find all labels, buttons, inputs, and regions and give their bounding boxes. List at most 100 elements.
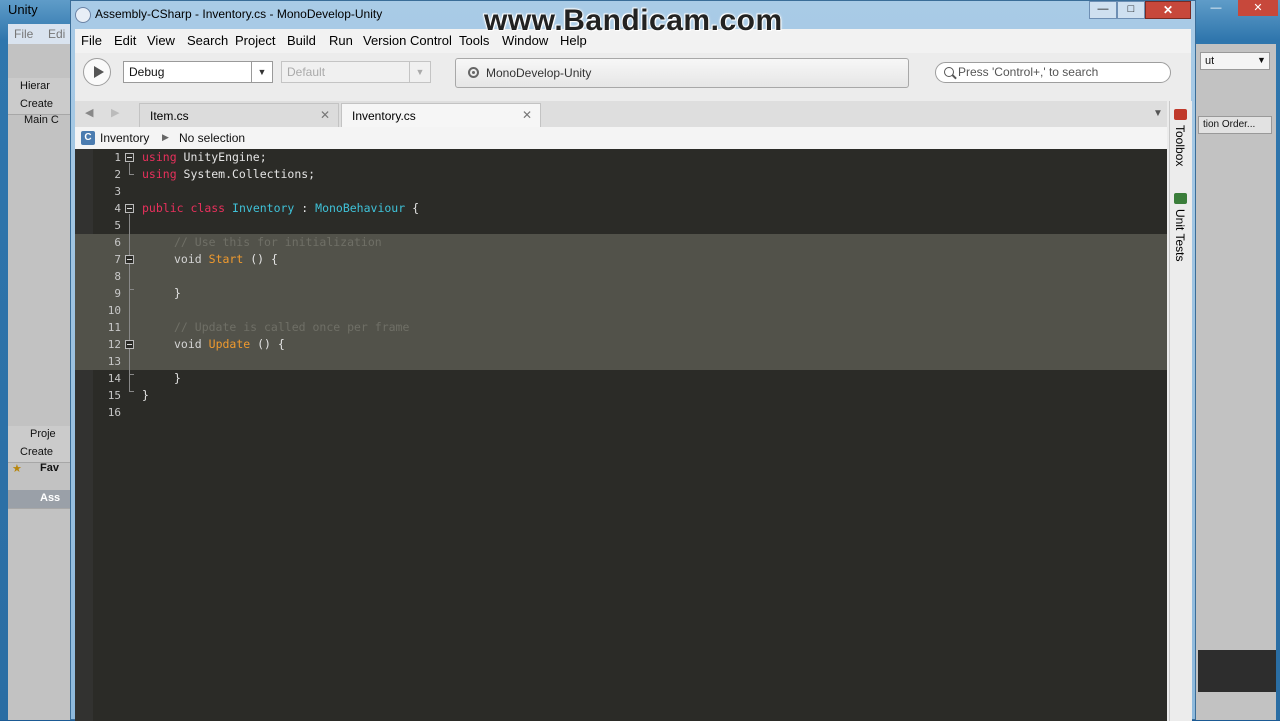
menu-view[interactable]: View: [147, 33, 175, 48]
menu-file[interactable]: File: [81, 33, 102, 48]
token-type: MonoBehaviour: [315, 201, 406, 215]
assets-label: Ass: [40, 492, 61, 504]
chevron-right-icon: ▶: [162, 132, 169, 142]
code-text: using UnityEngine;: [142, 150, 267, 164]
right-dock: Toolbox Unit Tests: [1169, 101, 1192, 721]
path-member[interactable]: No selection: [179, 131, 245, 145]
tab-inventory-cs[interactable]: Inventory.cs ✕: [341, 103, 541, 127]
app-icon: [75, 7, 91, 23]
line-number: 11: [107, 321, 121, 334]
code-editor[interactable]: 1 using UnityEngine; 2 using System.Coll…: [75, 149, 1167, 721]
play-icon: [94, 66, 104, 78]
menu-edit[interactable]: Edit: [114, 33, 136, 48]
close-icon[interactable]: ✕: [320, 108, 330, 122]
recorder-watermark: www.Bandicam.com: [484, 4, 783, 37]
code-line: 4 public class Inventory : MonoBehaviour…: [75, 200, 1167, 217]
navigate-forward-icon[interactable]: ▶: [111, 106, 119, 119]
star-icon: ★: [12, 463, 22, 475]
hierarchy-tab[interactable]: Hierar: [8, 78, 70, 97]
code-line: 1 using UnityEngine;: [75, 149, 1167, 166]
chevron-down-icon: ▼: [251, 62, 272, 82]
token-keyword: using: [142, 150, 177, 164]
line-number: 10: [107, 304, 121, 317]
project-tab[interactable]: Proje: [8, 426, 70, 445]
chevron-down-icon: ▼: [1257, 55, 1266, 65]
hierarchy-tab-label: Hierar: [20, 80, 50, 92]
tab-list-dropdown-icon[interactable]: ▼: [1153, 108, 1163, 119]
menu-search[interactable]: Search: [187, 33, 228, 48]
search-input[interactable]: [958, 65, 1158, 79]
token-plain: }: [174, 286, 181, 300]
unit-tests-label: Unit Tests: [1173, 209, 1187, 262]
token-method: Update: [208, 337, 251, 351]
unit-tests-icon: [1174, 193, 1187, 204]
close-button[interactable]: ✕: [1145, 1, 1191, 19]
configuration-select[interactable]: Debug ▼: [123, 61, 273, 83]
token-plain: }: [174, 371, 181, 385]
toolbox-pad-button[interactable]: Toolbox: [1172, 109, 1190, 199]
code-line: 3: [75, 183, 1167, 200]
line-number: 13: [107, 355, 121, 368]
code-line: 14 }: [75, 370, 1167, 387]
layout-dropdown[interactable]: ut ▼: [1200, 52, 1270, 70]
unity-minimize-button[interactable]: —: [1202, 0, 1230, 16]
token-plain: () {: [250, 337, 285, 351]
unit-tests-pad-button[interactable]: Unit Tests: [1172, 193, 1190, 303]
status-text: MonoDevelop-Unity: [486, 66, 592, 80]
code-text: void Start () {: [174, 252, 278, 266]
project-tab-label: Proje: [30, 428, 56, 440]
class-icon: C: [81, 131, 95, 145]
navigate-back-icon[interactable]: ◀: [85, 106, 93, 119]
execution-order-button[interactable]: tion Order...: [1198, 116, 1272, 134]
layout-dropdown-label: ut: [1205, 55, 1215, 67]
toolbox-icon: [1174, 109, 1187, 120]
tab-item-cs[interactable]: Item.cs ✕: [139, 103, 339, 127]
menu-version-control[interactable]: Version Control: [363, 33, 452, 48]
code-line: 5: [75, 217, 1167, 234]
minimize-button[interactable]: —: [1089, 1, 1117, 19]
configuration-value: Debug: [129, 65, 165, 79]
project-toolbar: Create: [8, 444, 70, 463]
maximize-button[interactable]: □: [1117, 1, 1145, 19]
token-plain: }: [142, 388, 149, 402]
code-line: 11 // Update is called once per frame: [75, 319, 1167, 336]
favorites-label[interactable]: Fav: [40, 462, 59, 474]
unity-title: Unity: [8, 2, 38, 17]
unity-menu-edit[interactable]: Edi: [48, 27, 65, 41]
target-select[interactable]: Default ▼: [281, 61, 431, 83]
hierarchy-create-button[interactable]: Create: [20, 98, 53, 110]
assets-row[interactable]: Ass: [8, 490, 70, 509]
token-plain: {: [405, 201, 420, 215]
line-number: 9: [114, 287, 121, 300]
path-class-name[interactable]: Inventory: [100, 131, 149, 145]
code-line: 16: [75, 404, 1167, 421]
unity-titlebar: Unity: [0, 0, 70, 20]
ide-client-area: File Edit View Search Project Build Run …: [75, 29, 1192, 721]
code-text: public class Inventory : MonoBehaviour {: [142, 201, 419, 215]
menu-build[interactable]: Build: [287, 33, 316, 48]
search-box[interactable]: [935, 62, 1171, 83]
window-title: Assembly-CSharp - Inventory.cs - MonoDev…: [95, 7, 383, 21]
code-line: 12 void Update () {: [75, 336, 1167, 353]
menu-run[interactable]: Run: [329, 33, 353, 48]
code-line: 8: [75, 268, 1167, 285]
line-number: 8: [114, 270, 121, 283]
search-icon: [944, 67, 954, 77]
hierarchy-toolbar: Create: [8, 96, 70, 115]
token-keyword: void: [174, 337, 202, 351]
token-keyword: class: [190, 201, 226, 215]
code-text: void Update () {: [174, 337, 285, 351]
run-button[interactable]: [83, 58, 111, 86]
toolbox-label: Toolbox: [1173, 125, 1187, 167]
unity-menu-file[interactable]: File: [14, 27, 33, 41]
project-create-button[interactable]: Create: [20, 446, 53, 458]
unity-close-button[interactable]: ✕: [1238, 0, 1278, 16]
line-number: 12: [107, 338, 121, 351]
close-icon[interactable]: ✕: [522, 108, 532, 122]
menu-project[interactable]: Project: [235, 33, 275, 48]
status-icon: [468, 67, 479, 78]
line-number: 2: [114, 168, 121, 181]
main-toolbar: Debug ▼ Default ▼ MonoDevelop-Unity: [75, 53, 1191, 93]
hierarchy-item[interactable]: Main C: [24, 114, 59, 126]
token-keyword: public: [142, 201, 184, 215]
